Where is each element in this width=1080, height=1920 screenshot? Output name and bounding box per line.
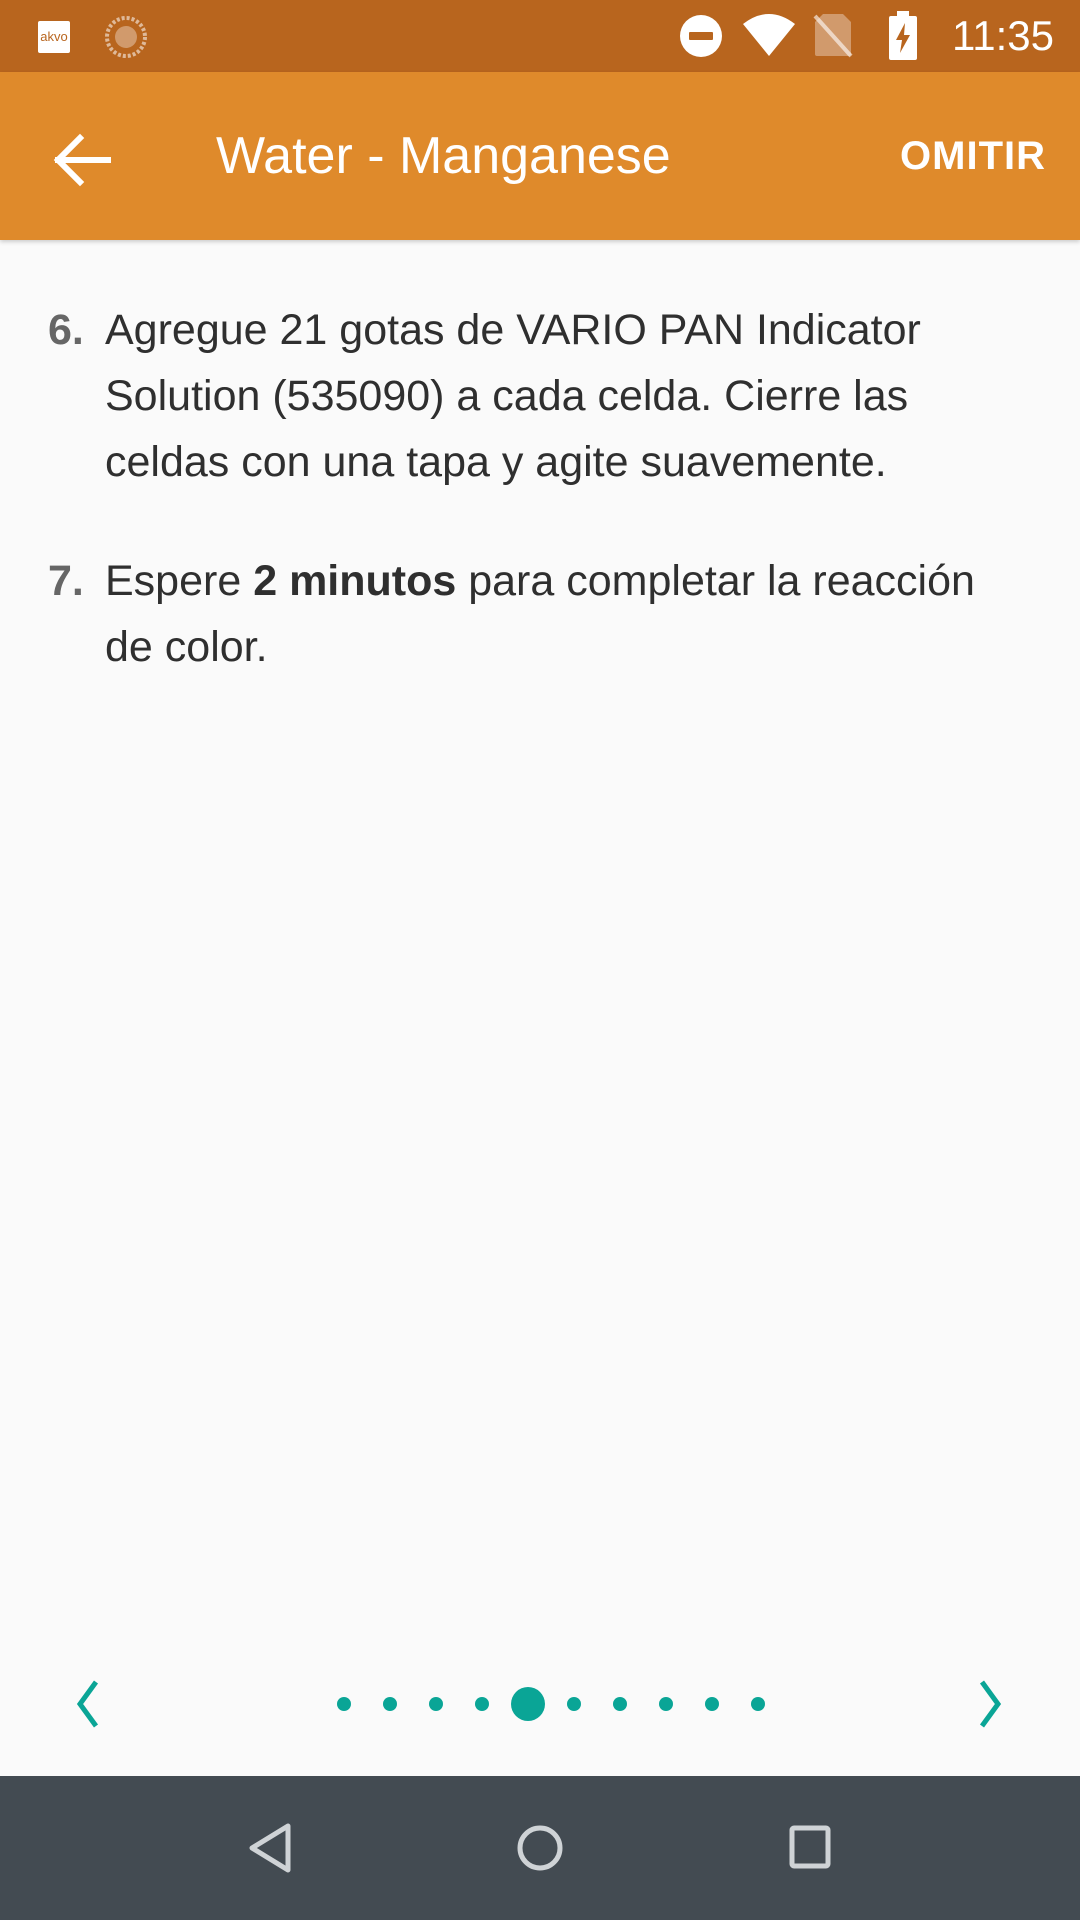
page-indicator: [0, 1660, 1080, 1748]
page-dot: [383, 1697, 397, 1711]
nav-back-icon: [249, 1823, 291, 1873]
next-page-button[interactable]: [972, 1676, 1008, 1737]
nav-back-button[interactable]: [246, 1820, 294, 1881]
step-text: Agregue 21 gotas de VARIO PAN Indicator …: [105, 306, 921, 486]
page-dots: [0, 1660, 1080, 1748]
skip-button[interactable]: OMITIR: [900, 132, 1046, 180]
system-nav-bar: [0, 1776, 1080, 1920]
page-dot: [705, 1697, 719, 1711]
nav-home-button[interactable]: [516, 1820, 564, 1881]
chevron-right-icon: [979, 1680, 1002, 1728]
page-dot: [475, 1697, 489, 1711]
wifi-icon: [741, 12, 797, 63]
page-dot: [751, 1697, 765, 1711]
step-number: 6.: [48, 306, 84, 354]
status-clock: 11:35: [952, 12, 1054, 59]
page-title: Water - Manganese: [216, 127, 671, 185]
nav-recent-icon: [789, 1825, 831, 1869]
step-number: 7.: [48, 557, 84, 605]
page-dot: [613, 1697, 627, 1711]
back-button[interactable]: [44, 120, 124, 200]
step-text-bold: 2 minutos: [253, 557, 457, 605]
do-not-disturb-icon: [679, 14, 723, 63]
no-sim-icon: [813, 12, 853, 63]
battery-charging-icon: [888, 11, 918, 66]
arrow-back-icon: [53, 133, 111, 187]
step-text: Espere 2 minutos para completar la reacc…: [105, 548, 1025, 680]
akvo-icon: akvo: [38, 21, 70, 53]
page-dot: [659, 1697, 673, 1711]
step-text-before: Espere: [105, 557, 254, 605]
page-dot: [567, 1697, 581, 1711]
status-bar: akvo 11:35: [0, 0, 1080, 72]
sync-icon: [104, 15, 148, 64]
page-dot: [429, 1697, 443, 1711]
screen: akvo 11:35 Water - Manganese OMITIR 6. A…: [0, 0, 1080, 1920]
nav-recent-button[interactable]: [788, 1824, 832, 1877]
nav-home-icon: [517, 1825, 563, 1871]
page-dot: [337, 1697, 351, 1711]
page-dot-active: [511, 1687, 545, 1721]
app-bar: Water - Manganese OMITIR: [0, 72, 1080, 240]
